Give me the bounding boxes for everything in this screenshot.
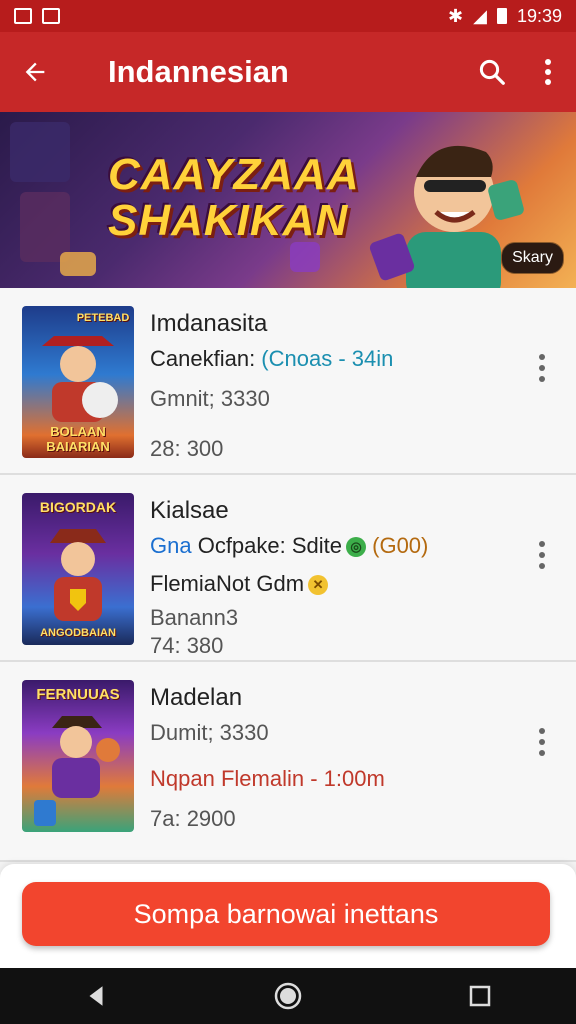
search-button[interactable] [464, 32, 520, 112]
system-nav-bar [0, 968, 576, 1024]
search-icon [479, 59, 505, 85]
bottom-action-area: Sompa barnowai inettans [0, 864, 576, 968]
triangle-back-icon [89, 986, 103, 1006]
item-meta: FlemiaNot Gdm ✕ [150, 571, 329, 597]
list-item[interactable]: FERNUUAS Madelan Dumit; 3330 Nqpan Flema… [0, 662, 576, 862]
item-category: Gna Ocfpake: Sdite ◎ (G00) [150, 533, 429, 558]
image-icon [42, 8, 60, 24]
item-submeta: Banann3 [150, 605, 239, 630]
game-list: PETEBAD BOLAAN BAIARIAN Imdanasita Canek… [0, 288, 576, 862]
thumb-subtitle: ANGODBAIAN [40, 627, 116, 639]
thumb-subtitle: BOLAAN BAIARIAN [46, 424, 110, 454]
banner-deco [60, 252, 96, 276]
banner-deco [290, 242, 320, 272]
more-vert-icon [539, 728, 545, 734]
more-options-button[interactable] [530, 722, 554, 762]
item-category: Nqpan Flemalin - 1:00m [150, 766, 385, 791]
item-count: 74: 380 [150, 633, 224, 658]
nav-recents-button[interactable] [440, 968, 520, 1024]
vibrate-icon: ✱ [448, 5, 464, 26]
item-meta: Dumit; 3330 [150, 720, 269, 745]
back-button[interactable] [0, 32, 70, 112]
signal-icon: ◢ [473, 5, 487, 26]
item-count: 7a: 2900 [150, 806, 236, 831]
coin-icon: ✕ [308, 575, 329, 596]
item-count: 28: 300 [150, 436, 224, 461]
banner-deco [10, 122, 70, 182]
app-bar: Indannesian [0, 32, 576, 112]
more-vert-icon [539, 354, 545, 360]
banner-badge: Skary [501, 242, 564, 274]
page-title: Indannesian [108, 54, 289, 89]
banner-title: CAAYZAAA SHAKIKAN [108, 150, 360, 245]
list-item[interactable]: BIGORDAK ANGODBAIAN Kialsae Gna Ocfpake:… [0, 475, 576, 662]
game-thumbnail: BIGORDAK ANGODBAIAN [22, 493, 134, 645]
featured-banner[interactable]: CAAYZAAA SHAKIKAN Skary [0, 112, 576, 288]
list-item[interactable]: PETEBAD BOLAAN BAIARIAN Imdanasita Canek… [0, 288, 576, 475]
banner-deco [20, 192, 70, 262]
item-title: Kialsae [150, 497, 229, 524]
character-illustration [34, 716, 120, 826]
gallery-icon [14, 8, 32, 24]
item-title: Imdanasita [150, 310, 268, 337]
game-thumbnail: FERNUUAS [22, 680, 134, 832]
status-time: 19:39 [516, 5, 562, 26]
square-recents-icon [469, 985, 491, 1007]
circle-home-icon [274, 982, 302, 1010]
primary-action-button[interactable]: Sompa barnowai inettans [22, 882, 550, 946]
nav-home-button[interactable] [248, 968, 328, 1024]
battery-icon [496, 8, 507, 24]
more-vert-icon [539, 541, 545, 547]
overflow-menu-button[interactable] [520, 32, 576, 112]
nav-back-button[interactable] [56, 968, 136, 1024]
coin-icon: ◎ [346, 537, 367, 558]
arrow-back-icon [25, 62, 45, 82]
status-bar: ✱ ◢ 19:39 [0, 0, 576, 32]
item-meta: Gmnit; 3330 [150, 386, 270, 411]
character-illustration [50, 529, 106, 621]
more-options-button[interactable] [530, 348, 554, 388]
game-thumbnail: PETEBAD BOLAAN BAIARIAN [22, 306, 134, 458]
more-options-button[interactable] [530, 535, 554, 575]
more-vert-icon [545, 59, 551, 85]
item-title: Madelan [150, 684, 243, 711]
item-category: Canekfian: (Cnoas - 34in [150, 346, 394, 371]
